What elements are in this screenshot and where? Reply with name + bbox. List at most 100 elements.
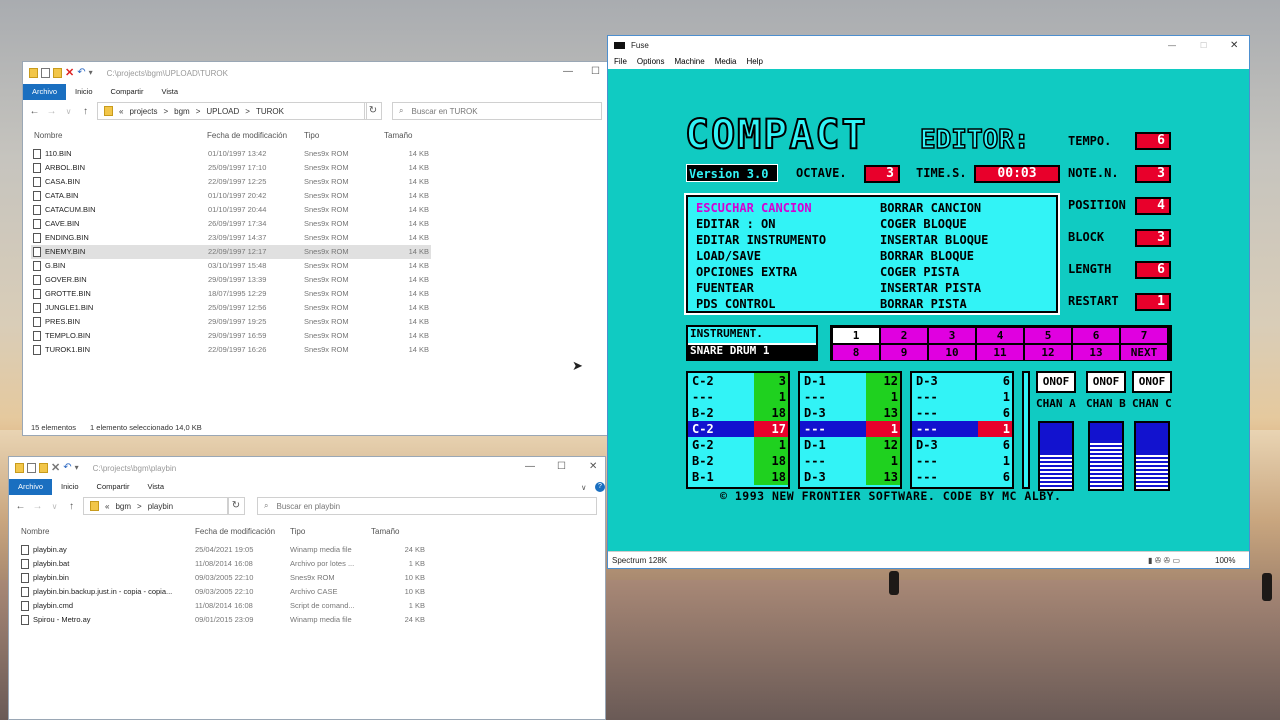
sequence-cell[interactable]: 12 [1025, 345, 1071, 360]
search-input[interactable]: ⌕ Buscar en TUROK [392, 102, 602, 120]
menu-item-right[interactable]: COGER BLOQUE [880, 217, 967, 231]
help-icon[interactable]: ? [595, 482, 605, 492]
track-row[interactable]: --- 6 [912, 469, 1012, 485]
track-row[interactable]: D-3 13 [800, 405, 900, 421]
octave-value[interactable]: 3 [864, 165, 900, 183]
track-row[interactable]: --- 1 [688, 389, 788, 405]
col-date[interactable]: Fecha de modificación [207, 131, 287, 140]
file-row[interactable]: CATACUM.BIN 01/10/1997 20:44 Snes9x ROM 14 … [31, 203, 431, 217]
file-row[interactable]: ARBOL.BIN 25/09/1997 17:10 Snes9x ROM 14 KB [31, 161, 431, 175]
file-row[interactable]: PRES.BIN 29/09/1997 19:25 Snes9x ROM 14 KB [31, 315, 431, 329]
menu-item-right[interactable]: INSERTAR BLOQUE [880, 233, 988, 247]
file-row[interactable]: ENEMY.BIN 22/09/1997 12:17 Snes9x ROM 14 KB [31, 245, 431, 259]
pattern-track[interactable]: D-3 6 --- 1 --- 6 --- 1 D-3 6 --- 1 --- 6 [910, 371, 1014, 489]
menu-item-left[interactable]: FUENTEAR [696, 281, 754, 295]
sequence-cell[interactable]: 11 [977, 345, 1023, 360]
sequence-cell[interactable]: 10 [929, 345, 975, 360]
menu-item-right[interactable]: BORRAR BLOQUE [880, 249, 974, 263]
sequence-cell[interactable]: 9 [881, 345, 927, 360]
track-scrollbar[interactable] [1022, 371, 1030, 489]
menu-item-right[interactable]: COGER PISTA [880, 265, 959, 279]
track-row[interactable]: D-3 6 [912, 373, 1012, 389]
file-row[interactable]: playbin.cmd 11/08/2014 16:08 Script de com… [19, 599, 425, 613]
menu-options[interactable]: Options [637, 57, 665, 66]
properties-icon[interactable] [41, 68, 50, 78]
track-row[interactable]: --- 1 [912, 453, 1012, 469]
file-row[interactable]: playbin.bin.backup.just.in - copia - cop… [19, 585, 425, 599]
delete-icon[interactable]: ✕ [51, 463, 60, 474]
sequence-cell[interactable]: 6 [1073, 328, 1119, 343]
tab-inicio[interactable]: Inicio [66, 84, 102, 100]
breadcrumb-item[interactable]: bgm [174, 107, 190, 116]
block-value[interactable]: 3 [1135, 229, 1171, 247]
up-icon[interactable]: ↑ [80, 106, 91, 117]
tempo-value[interactable]: 6 [1135, 132, 1171, 150]
breadcrumb-item[interactable]: UPLOAD [206, 107, 239, 116]
menu-item-left[interactable]: EDITAR INSTRUMENTO [696, 233, 826, 247]
tab-vista[interactable]: Vista [138, 479, 173, 495]
file-row[interactable]: CATA.BIN 01/10/1997 20:42 Snes9x ROM 14 KB [31, 189, 431, 203]
minimize-icon[interactable]: — [1168, 41, 1176, 50]
file-row[interactable]: G.BIN 03/10/1997 15:48 Snes9x ROM 14 KB [31, 259, 431, 273]
maximize-icon[interactable]: ☐ [1200, 41, 1207, 50]
track-row[interactable]: C-2 3 [688, 373, 788, 389]
track-row[interactable]: --- 6 [912, 405, 1012, 421]
search-input[interactable]: ⌕ Buscar en playbin [257, 497, 597, 515]
onof-button[interactable]: ONOF [1086, 371, 1126, 393]
file-row[interactable]: TUROK1.BIN 22/09/1997 16:26 Snes9x ROM 14 K… [31, 343, 431, 357]
tab-inicio[interactable]: Inicio [52, 479, 88, 495]
forward-icon[interactable]: → [32, 501, 43, 512]
address-input[interactable]: « projects > bgm > UPLOAD > TUROK [97, 102, 367, 120]
dropdown-icon[interactable]: ▾ [75, 463, 84, 473]
back-icon[interactable]: ← [15, 501, 26, 512]
menu-media[interactable]: Media [715, 57, 737, 66]
col-name[interactable]: Nombre [34, 131, 62, 140]
file-row[interactable]: playbin.ay 25/04/2021 19:05 Winamp media f… [19, 543, 425, 557]
sequence-cell[interactable]: 1 [833, 328, 879, 343]
file-row[interactable]: playbin.bat 11/08/2014 16:08 Archivo por l… [19, 557, 425, 571]
track-row[interactable]: B-1 18 [688, 469, 788, 485]
track-row[interactable]: --- 1 [800, 453, 900, 469]
new-folder-icon[interactable] [39, 463, 48, 473]
track-row[interactable]: D-1 12 [800, 437, 900, 453]
menu-item-left[interactable]: ESCUCHAR CANCION [696, 201, 812, 215]
file-row[interactable]: playbin.bin 09/03/2005 22:10 Snes9x ROM 10 … [19, 571, 425, 585]
file-row[interactable]: JUNGLE1.BIN 25/09/1997 12:56 Snes9x ROM 14 … [31, 301, 431, 315]
pattern-track[interactable]: C-2 3 --- 1 B-2 18 C-2 17 G-2 1 B-2 18 B-1 18 [686, 371, 790, 489]
restart-value[interactable]: 1 [1135, 293, 1171, 311]
file-row[interactable]: GROTTE.BIN 18/07/1995 12:29 Snes9x ROM 14 K… [31, 287, 431, 301]
track-row[interactable]: G-2 1 [688, 437, 788, 453]
sequence-cell[interactable]: NEXT [1121, 345, 1167, 360]
menu-help[interactable]: Help [747, 57, 763, 66]
tab-vista[interactable]: Vista [152, 84, 187, 100]
col-size[interactable]: Tamaño [384, 131, 412, 140]
file-row[interactable]: 110.BIN 01/10/1997 13:42 Snes9x ROM 14 KB [31, 147, 431, 161]
col-name[interactable]: Nombre [21, 527, 49, 536]
col-size[interactable]: Tamaño [371, 527, 399, 536]
pattern-track[interactable]: D-1 12 --- 1 D-3 13 --- 1 D-1 12 --- 1 D-3 13 [798, 371, 902, 489]
file-row[interactable]: ENDING.BIN 23/09/1997 14:37 Snes9x ROM 14 K… [31, 231, 431, 245]
track-row[interactable]: --- 1 [800, 421, 900, 437]
maximize-icon[interactable]: ☐ [591, 66, 600, 77]
forward-icon[interactable]: → [46, 106, 57, 117]
menu-item-left[interactable]: LOAD/SAVE [696, 249, 761, 263]
sequence-cell[interactable]: 4 [977, 328, 1023, 343]
file-row[interactable]: CAVE.BIN 26/09/1997 17:34 Snes9x ROM 14 KB [31, 217, 431, 231]
file-row[interactable]: CASA.BIN 22/09/1997 12:25 Snes9x ROM 14 KB [31, 175, 431, 189]
track-row[interactable]: B-2 18 [688, 453, 788, 469]
menu-item-left[interactable]: EDITAR : ON [696, 217, 775, 231]
file-row[interactable]: Spirou - Metro.ay 09/01/2015 23:09 Winamp … [19, 613, 425, 627]
tab-compartir[interactable]: Compartir [102, 84, 153, 100]
breadcrumb-item[interactable]: TUROK [256, 107, 284, 116]
track-row[interactable]: B-2 18 [688, 405, 788, 421]
position-value[interactable]: 4 [1135, 197, 1171, 215]
menu-item-right[interactable]: BORRAR PISTA [880, 297, 967, 311]
noten-value[interactable]: 3 [1135, 165, 1171, 183]
delete-icon[interactable]: ✕ [65, 68, 74, 79]
refresh-icon[interactable]: ↻ [227, 497, 245, 515]
tab-archivo[interactable]: Archivo [9, 479, 53, 495]
menu-item-left[interactable]: PDS CONTROL [696, 297, 775, 311]
onof-button[interactable]: ONOF [1132, 371, 1172, 393]
track-row[interactable]: C-2 17 [688, 421, 788, 437]
track-row[interactable]: --- 1 [912, 389, 1012, 405]
